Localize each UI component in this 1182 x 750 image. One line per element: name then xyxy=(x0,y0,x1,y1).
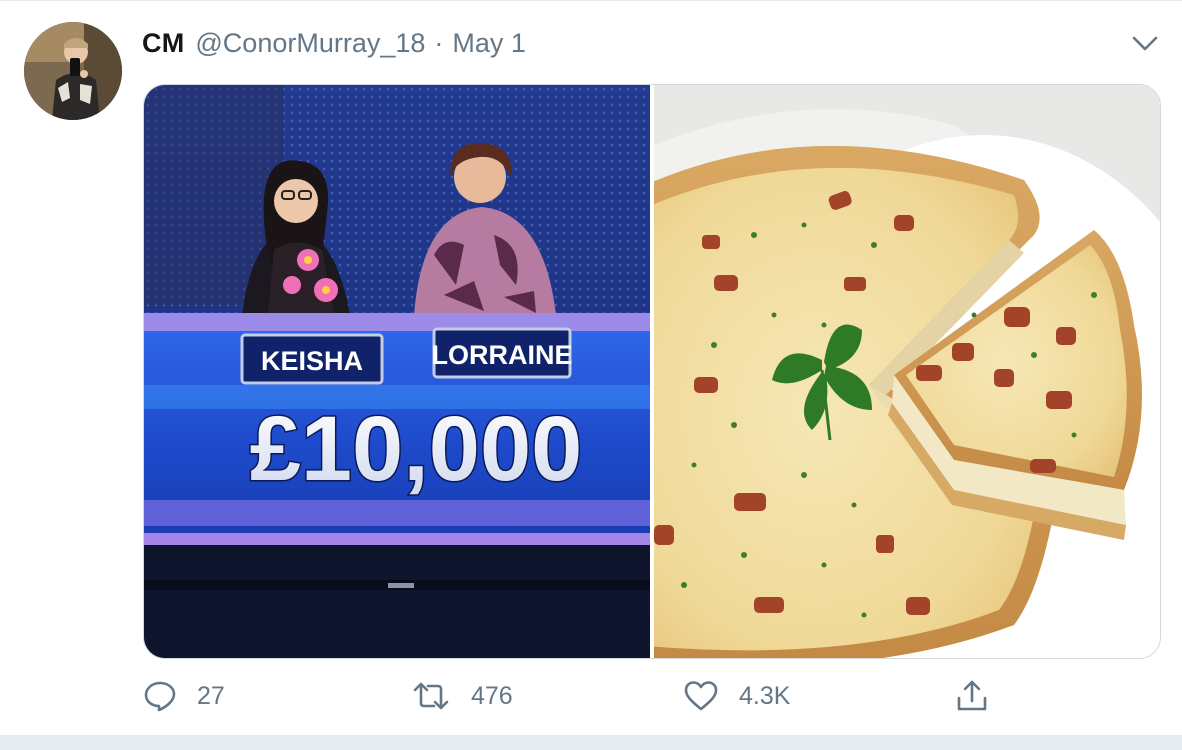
like-count: 4.3K xyxy=(739,681,791,710)
contestant-name-1: KEISHA xyxy=(261,346,363,376)
retweet-icon xyxy=(411,679,451,713)
tweet-media[interactable]: KEISHA LORRAINE £10,000 xyxy=(143,84,1161,659)
avatar[interactable] xyxy=(24,22,122,120)
heart-icon xyxy=(683,679,719,713)
user-handle[interactable]: @ConorMurray_18 xyxy=(195,28,425,59)
top-divider xyxy=(0,0,1182,1)
tweet-header: CM @ConorMurray_18 · May 1 xyxy=(142,26,526,60)
share-button[interactable] xyxy=(955,676,989,716)
contestant-name-2: LORRAINE xyxy=(432,340,573,370)
gameshow-photo[interactable]: KEISHA LORRAINE £10,000 xyxy=(144,85,650,658)
share-icon xyxy=(955,679,989,713)
chevron-down-icon[interactable] xyxy=(1128,28,1162,58)
prize-amount: £10,000 xyxy=(250,398,583,500)
retweet-button[interactable]: 476 xyxy=(411,676,513,716)
quiche-photo[interactable] xyxy=(624,85,1160,658)
reply-count: 27 xyxy=(197,681,225,710)
bottom-divider xyxy=(0,735,1182,750)
tweet-date[interactable]: May 1 xyxy=(452,28,526,59)
separator-dot: · xyxy=(434,27,444,58)
tweet-actions: 27 476 4.3K xyxy=(143,676,1159,716)
like-button[interactable]: 4.3K xyxy=(683,676,790,716)
speech-bubble-icon xyxy=(143,679,177,713)
retweet-count: 476 xyxy=(471,681,513,710)
reply-button[interactable]: 27 xyxy=(143,676,225,716)
display-name[interactable]: CM xyxy=(142,28,184,59)
